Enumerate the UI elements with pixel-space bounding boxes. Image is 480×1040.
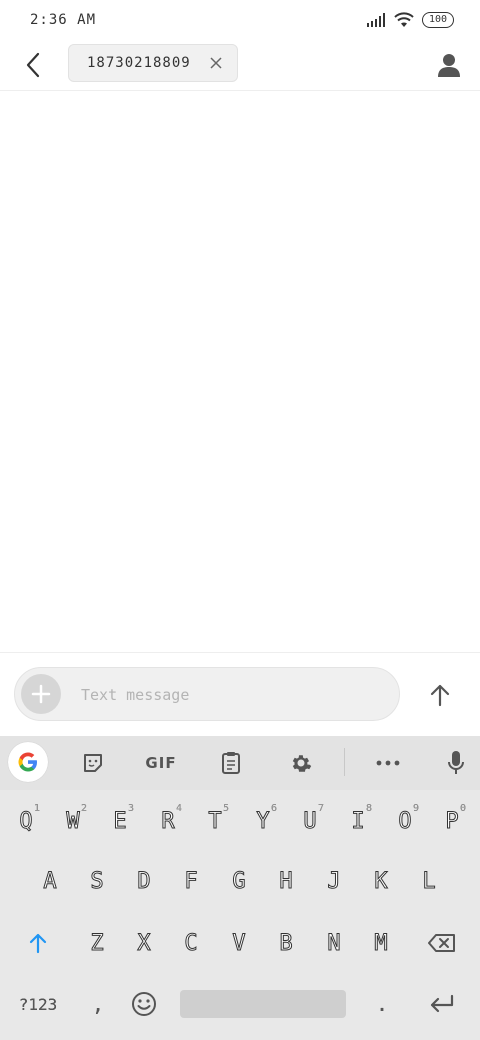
microphone-icon bbox=[448, 751, 464, 774]
key-n[interactable]: N bbox=[314, 922, 354, 964]
key-q[interactable]: Q1 bbox=[6, 800, 46, 842]
key-o[interactable]: O9 bbox=[385, 800, 425, 842]
plus-icon bbox=[31, 684, 51, 704]
message-input[interactable] bbox=[79, 680, 383, 710]
shift-arrow-icon bbox=[29, 933, 47, 954]
key-p[interactable]: P0 bbox=[432, 800, 472, 842]
more-dots-icon bbox=[376, 760, 400, 766]
emoji-key[interactable] bbox=[124, 983, 164, 1025]
arrow-up-icon bbox=[430, 684, 450, 707]
key-w[interactable]: W2 bbox=[53, 800, 93, 842]
backspace-key[interactable] bbox=[420, 922, 464, 964]
gif-label: GIF bbox=[145, 754, 177, 772]
clipboard-button[interactable] bbox=[216, 748, 246, 778]
enter-key[interactable] bbox=[420, 983, 464, 1025]
emoji-icon bbox=[132, 992, 156, 1016]
key-m[interactable]: M bbox=[361, 922, 401, 964]
key-g[interactable]: G bbox=[219, 860, 259, 902]
keyboard-toolbar: GIF bbox=[0, 736, 480, 790]
key-a[interactable]: A bbox=[30, 860, 70, 902]
key-s[interactable]: S bbox=[77, 860, 117, 902]
key-l[interactable]: L bbox=[409, 860, 449, 902]
enter-icon bbox=[430, 994, 454, 1013]
gear-icon bbox=[292, 755, 312, 772]
key-t[interactable]: T5 bbox=[195, 800, 235, 842]
key-e[interactable]: E3 bbox=[100, 800, 140, 842]
person-icon bbox=[438, 54, 460, 77]
shift-key[interactable] bbox=[18, 922, 58, 964]
key-i[interactable]: I8 bbox=[338, 800, 378, 842]
key-c[interactable]: C bbox=[171, 922, 211, 964]
recipient-number: 18730218809 bbox=[87, 55, 191, 71]
sticker-icon bbox=[84, 754, 102, 772]
gif-button[interactable]: GIF bbox=[140, 748, 182, 778]
key-u[interactable]: U7 bbox=[290, 800, 330, 842]
toolbar-divider bbox=[344, 748, 345, 776]
compose-divider bbox=[0, 652, 480, 653]
key-d[interactable]: D bbox=[124, 860, 164, 902]
status-icons: 100 bbox=[366, 12, 454, 28]
key-j[interactable]: J bbox=[314, 860, 354, 902]
comma-key[interactable]: , bbox=[78, 983, 118, 1025]
conversation-header: 18730218809 bbox=[0, 40, 480, 91]
wifi-icon bbox=[394, 12, 414, 27]
back-button[interactable] bbox=[18, 50, 48, 80]
voice-input-button[interactable] bbox=[442, 748, 470, 778]
key-v[interactable]: V bbox=[219, 922, 259, 964]
sticker-button[interactable] bbox=[78, 748, 108, 778]
battery-icon: 100 bbox=[422, 12, 454, 28]
more-button[interactable] bbox=[372, 748, 404, 778]
key-z[interactable]: Z bbox=[77, 922, 117, 964]
key-k[interactable]: K bbox=[361, 860, 401, 902]
close-icon bbox=[210, 57, 222, 69]
key-y[interactable]: Y6 bbox=[243, 800, 283, 842]
attach-button[interactable] bbox=[21, 674, 61, 714]
back-arrow-icon bbox=[26, 52, 40, 78]
key-f[interactable]: F bbox=[171, 860, 211, 902]
message-list[interactable] bbox=[0, 91, 480, 652]
google-logo-button[interactable] bbox=[8, 742, 48, 782]
google-g-icon bbox=[18, 752, 37, 772]
key-b[interactable]: B bbox=[266, 922, 306, 964]
status-bar: 2:36 AM 100 bbox=[0, 0, 480, 40]
space-key[interactable] bbox=[180, 990, 346, 1018]
battery-level: 100 bbox=[428, 14, 448, 25]
status-time: 2:36 AM bbox=[30, 12, 97, 28]
contact-button[interactable] bbox=[434, 50, 464, 80]
compose-bar bbox=[14, 667, 400, 721]
keyboard: GIF Q1 W 2 E 3 R 4 T 5 Y 6 U 7 I 8 O 9 P… bbox=[0, 736, 480, 1040]
send-button[interactable] bbox=[420, 675, 460, 715]
recipient-chip[interactable]: 18730218809 bbox=[68, 44, 238, 82]
backspace-icon bbox=[428, 934, 455, 952]
signal-icon bbox=[367, 13, 385, 27]
settings-button[interactable] bbox=[286, 748, 316, 778]
key-x[interactable]: X bbox=[124, 922, 164, 964]
symbols-key[interactable]: ?123 bbox=[8, 983, 68, 1025]
key-r[interactable]: R4 bbox=[148, 800, 188, 842]
clipboard-icon bbox=[222, 752, 240, 774]
key-h[interactable]: H bbox=[266, 860, 306, 902]
remove-recipient-button[interactable] bbox=[207, 54, 225, 72]
period-key[interactable]: . bbox=[362, 983, 402, 1025]
